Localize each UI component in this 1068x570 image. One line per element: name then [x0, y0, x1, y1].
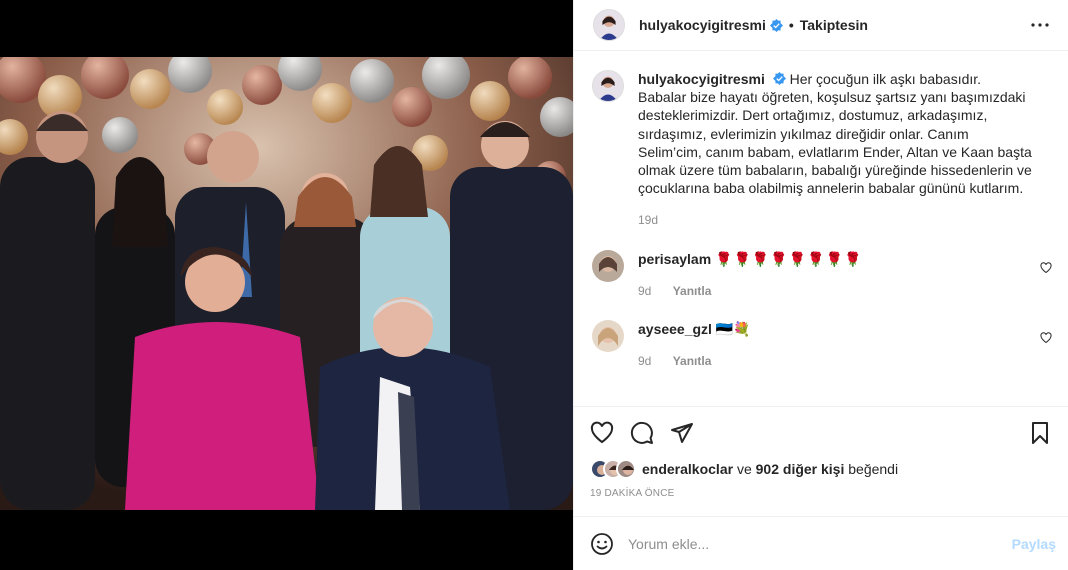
caption-verified-icon — [772, 72, 786, 85]
header-separator: • — [788, 17, 794, 33]
comment-text: 🌹🌹🌹🌹🌹🌹🌹🌹 — [715, 250, 863, 267]
caption-body: hulyakocyigitresmi Her çocuğun ilk aşkı … — [638, 70, 1033, 230]
likes-text: enderalkoclar ve 902 diğer kişi beğendi — [642, 461, 898, 477]
likes-summary: enderalkoclar ve 902 diğer kişi beğendi — [590, 459, 1052, 479]
reply-button[interactable]: Yanıtla — [673, 284, 712, 298]
comment-text: 🇪🇪💐 — [715, 321, 751, 338]
more-options-icon[interactable] — [1028, 13, 1052, 37]
comment-input[interactable] — [628, 535, 1012, 552]
comments-section: hulyakocyigitresmi Her çocuğun ilk aşkı … — [574, 52, 1068, 405]
follow-status-button[interactable]: Takiptesin — [800, 17, 868, 33]
liker-avatars[interactable] — [590, 459, 636, 479]
caption-author-avatar[interactable] — [592, 70, 624, 102]
verified-badge-icon — [769, 18, 783, 32]
share-paper-plane-icon[interactable] — [670, 421, 694, 445]
comment-item: perisaylam 🌹🌹🌹🌹🌹🌹🌹🌹 9d Yanıtla — [592, 249, 1052, 300]
comment-username[interactable]: perisaylam — [638, 251, 711, 267]
caption-age[interactable]: 19d — [638, 213, 658, 227]
liker-avatar — [616, 459, 636, 479]
caption-row: hulyakocyigitresmi Her çocuğun ilk aşkı … — [592, 70, 1052, 230]
likes-suffix: beğendi — [848, 461, 899, 477]
commenter-avatar[interactable] — [592, 249, 624, 282]
first-liker-username[interactable]: enderalkoclar — [642, 461, 733, 477]
comment-meta: 9d Yanıtla — [638, 352, 1018, 370]
author-avatar[interactable] — [593, 9, 625, 41]
comment-age[interactable]: 9d — [638, 284, 651, 298]
comment-composer: Paylaş — [574, 516, 1068, 570]
reply-button[interactable]: Yanıtla — [673, 354, 712, 368]
post-actions: enderalkoclar ve 902 diğer kişi beğendi … — [574, 406, 1068, 499]
caption-text: Her çocuğun ilk aşkı babasıdır. Babalar … — [638, 71, 1032, 197]
comment-body: ayseee_gzl 🇪🇪💐 9d Yanıtla — [638, 320, 1018, 370]
comment-age[interactable]: 9d — [638, 354, 651, 368]
like-comment-heart-icon[interactable] — [1040, 261, 1052, 274]
like-heart-icon[interactable] — [590, 421, 614, 445]
comment-username[interactable]: ayseee_gzl — [638, 321, 712, 337]
post-header: hulyakocyigitresmi • Takiptesin — [574, 0, 1068, 51]
likes-count-link[interactable]: 902 diğer kişi — [756, 461, 845, 477]
save-bookmark-icon[interactable] — [1028, 421, 1052, 445]
post-dialog: hulyakocyigitresmi • Takiptesin hulyakoc… — [0, 0, 1068, 570]
comment-item: ayseee_gzl 🇪🇪💐 9d Yanıtla — [592, 320, 1052, 370]
action-icons — [590, 421, 1052, 445]
like-comment-heart-icon[interactable] — [1040, 332, 1052, 344]
post-timestamp[interactable]: 19 DAKİKA ÖNCE — [590, 488, 1052, 499]
post-panel: hulyakocyigitresmi • Takiptesin hulyakoc… — [573, 0, 1068, 570]
post-media — [0, 0, 573, 570]
post-comment-button[interactable]: Paylaş — [1012, 536, 1056, 552]
likes-connector: ve — [736, 461, 752, 477]
author-username[interactable]: hulyakocyigitresmi — [639, 17, 766, 33]
comment-bubble-icon[interactable] — [630, 421, 654, 445]
post-photo[interactable] — [0, 57, 573, 510]
commenter-avatar[interactable] — [592, 320, 624, 353]
caption-username[interactable]: hulyakocyigitresmi — [638, 71, 765, 87]
caption-meta: 19d — [638, 211, 1033, 229]
comment-body: perisaylam 🌹🌹🌹🌹🌹🌹🌹🌹 9d Yanıtla — [638, 250, 1018, 300]
emoji-smiley-icon[interactable] — [590, 532, 614, 556]
comment-meta: 9d Yanıtla — [638, 282, 1018, 300]
